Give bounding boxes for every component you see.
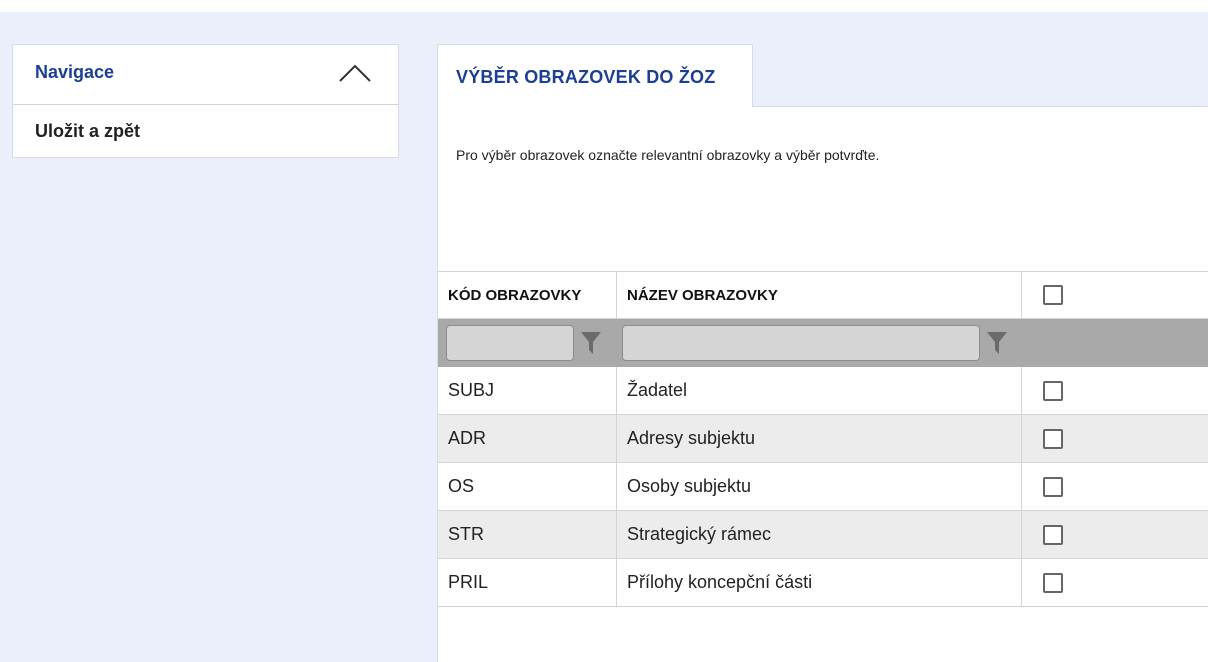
row-code: STR — [438, 511, 617, 558]
row-name: Osoby subjektu — [617, 463, 1022, 510]
table-row[interactable]: SUBJ Žadatel — [438, 367, 1208, 415]
screens-table: KÓD OBRAZOVKY NÁZEV OBRAZOVKY SUBJ Žadat… — [438, 271, 1208, 607]
filter-row — [438, 319, 1208, 367]
filter-input-code[interactable] — [446, 325, 574, 361]
navigation-header[interactable]: Navigace — [13, 45, 398, 105]
table-header-row: KÓD OBRAZOVKY NÁZEV OBRAZOVKY — [438, 271, 1208, 319]
funnel-icon[interactable] — [986, 330, 1008, 356]
funnel-icon[interactable] — [580, 330, 602, 356]
row-select-cell — [1022, 463, 1208, 510]
chevron-up-icon[interactable] — [338, 63, 372, 83]
row-checkbox[interactable] — [1043, 524, 1063, 545]
row-code: ADR — [438, 415, 617, 462]
row-name: Žadatel — [617, 367, 1022, 414]
row-name: Přílohy koncepční části — [617, 559, 1022, 606]
table-row[interactable]: ADR Adresy subjektu — [438, 415, 1208, 463]
table-row[interactable]: PRIL Přílohy koncepční části — [438, 559, 1208, 607]
filter-input-name[interactable] — [622, 325, 980, 361]
row-select-cell — [1022, 559, 1208, 606]
row-checkbox[interactable] — [1043, 380, 1063, 401]
table-row[interactable]: STR Strategický rámec — [438, 511, 1208, 559]
row-code: OS — [438, 463, 617, 510]
row-select-cell — [1022, 415, 1208, 462]
table-row[interactable]: OS Osoby subjektu — [438, 463, 1208, 511]
row-code: SUBJ — [438, 367, 617, 414]
tab-label: VÝBĚR OBRAZOVEK DO ŽOZ — [456, 67, 716, 87]
row-checkbox[interactable] — [1043, 572, 1063, 593]
row-name: Strategický rámec — [617, 511, 1022, 558]
select-all-cell — [1022, 272, 1208, 318]
row-checkbox[interactable] — [1043, 428, 1063, 449]
main-content: Pro výběr obrazovek označte relevantní o… — [437, 106, 1208, 662]
navigation-panel: Navigace Uložit a zpět — [12, 44, 399, 158]
select-all-checkbox[interactable] — [1043, 285, 1063, 305]
save-and-back-link[interactable]: Uložit a zpět — [35, 121, 140, 142]
column-header-name[interactable]: NÁZEV OBRAZOVKY — [617, 272, 1022, 318]
row-checkbox[interactable] — [1043, 476, 1063, 497]
tab-screen-selection[interactable]: VÝBĚR OBRAZOVEK DO ŽOZ — [437, 44, 753, 107]
row-name: Adresy subjektu — [617, 415, 1022, 462]
row-code: PRIL — [438, 559, 617, 606]
filter-cell-name — [617, 319, 1022, 367]
instruction-text: Pro výběr obrazovek označte relevantní o… — [456, 147, 880, 163]
row-select-cell — [1022, 367, 1208, 414]
navigation-title: Navigace — [35, 62, 115, 82]
filter-cell-select — [1022, 319, 1208, 367]
row-select-cell — [1022, 511, 1208, 558]
filter-cell-code — [438, 319, 617, 367]
column-header-code[interactable]: KÓD OBRAZOVKY — [438, 272, 617, 318]
